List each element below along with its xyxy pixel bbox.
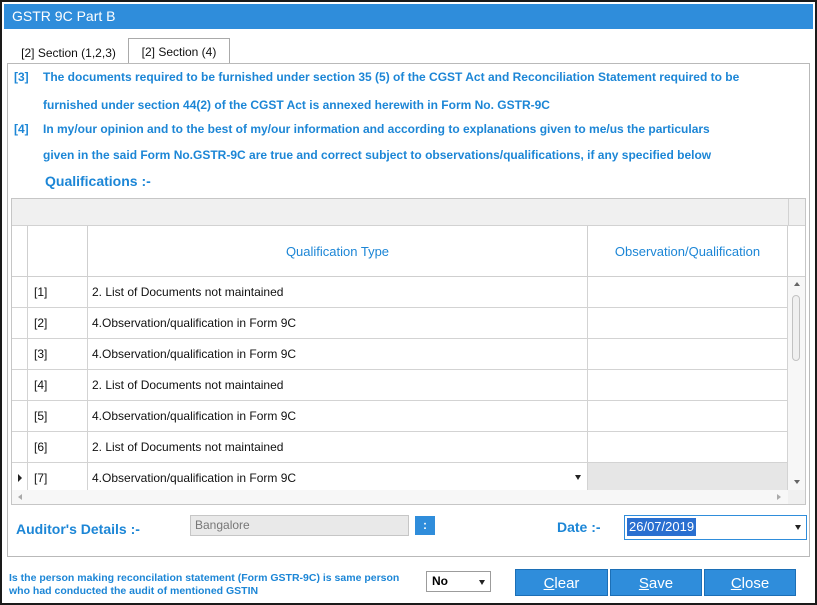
- date-value: 26/07/2019: [627, 518, 697, 536]
- auditor-place-field: Bangalore: [190, 515, 409, 536]
- row-number: [3]: [28, 339, 88, 369]
- statement-3-line2: furnished under section 44(2) of the CGS…: [43, 98, 550, 112]
- clear-mnemonic: C: [543, 575, 555, 592]
- row-indicator-header: [12, 226, 28, 277]
- statement-4-line2: given in the said Form No.GSTR-9C are tr…: [43, 148, 712, 162]
- table-row[interactable]: [6] 2. List of Documents not maintained: [12, 432, 788, 463]
- scroll-right-icon[interactable]: [777, 494, 781, 500]
- qualifications-grid: Qualification Type Observation/Qualifica…: [11, 198, 806, 505]
- qualification-type-cell[interactable]: 2. List of Documents not maintained: [88, 277, 588, 307]
- window-title: GSTR 9C Part B: [4, 4, 813, 29]
- observation-cell[interactable]: [588, 401, 788, 431]
- scroll-left-icon[interactable]: [18, 494, 22, 500]
- auditor-lookup-button[interactable]: :: [415, 516, 435, 535]
- observation-cell[interactable]: [588, 463, 788, 490]
- row-number: [6]: [28, 432, 88, 462]
- horizontal-scrollbar[interactable]: [12, 490, 788, 504]
- observation-cell[interactable]: [588, 277, 788, 307]
- qualification-type-cell[interactable]: 4.Observation/qualification in Form 9C: [88, 463, 588, 490]
- scrollbar-corner: [788, 490, 805, 504]
- row-number: [4]: [28, 370, 88, 400]
- date-label: Date :-: [557, 519, 601, 535]
- scroll-up-icon[interactable]: [794, 282, 800, 286]
- date-picker[interactable]: 26/07/2019: [624, 515, 807, 540]
- same-person-question-line1: Is the person making reconcilation state…: [9, 572, 400, 584]
- close-button[interactable]: Close: [704, 569, 796, 596]
- observation-cell[interactable]: [588, 432, 788, 462]
- row-indicator[interactable]: [12, 401, 28, 431]
- table-row[interactable]: [5] 4.Observation/qualification in Form …: [12, 401, 788, 432]
- section-4-panel: [3] The documents required to be furnish…: [7, 63, 810, 557]
- clear-button[interactable]: Clear: [515, 569, 608, 596]
- row-number: [1]: [28, 277, 88, 307]
- qualification-type-cell[interactable]: 4.Observation/qualification in Form 9C: [88, 401, 588, 431]
- save-button[interactable]: Save: [610, 569, 702, 596]
- same-person-value: No: [432, 574, 448, 588]
- row-indicator[interactable]: [12, 339, 28, 369]
- grid-top-corner: [788, 199, 805, 226]
- vertical-scrollbar[interactable]: [788, 277, 805, 490]
- qualifications-title: Qualifications :-: [45, 173, 151, 189]
- observation-cell[interactable]: [588, 370, 788, 400]
- row-indicator[interactable]: [12, 277, 28, 307]
- observation-cell[interactable]: [588, 308, 788, 338]
- chevron-down-icon[interactable]: [479, 580, 485, 585]
- observation-cell[interactable]: [588, 339, 788, 369]
- table-row[interactable]: [1] 2. List of Documents not maintained: [12, 277, 788, 308]
- row-indicator[interactable]: [12, 432, 28, 462]
- grid-group-header: [12, 199, 788, 226]
- same-person-select[interactable]: No: [426, 571, 491, 592]
- calendar-dropdown-icon[interactable]: [795, 525, 801, 530]
- qualification-type-value: 4.Observation/qualification in Form 9C: [92, 471, 297, 485]
- clear-label: lear: [554, 575, 580, 592]
- qualification-type-cell[interactable]: 4.Observation/qualification in Form 9C: [88, 339, 588, 369]
- table-row[interactable]: [3] 4.Observation/qualification in Form …: [12, 339, 788, 370]
- tab-section-4[interactable]: [2] Section (4): [128, 38, 230, 64]
- current-row-indicator[interactable]: [12, 463, 28, 490]
- row-number: [2]: [28, 308, 88, 338]
- observation-header[interactable]: Observation/Qualification: [588, 226, 788, 277]
- scrollbar-thumb[interactable]: [792, 295, 800, 361]
- qualification-type-cell[interactable]: 4.Observation/qualification in Form 9C: [88, 308, 588, 338]
- statement-4-number: [4]: [14, 122, 29, 136]
- row-indicator[interactable]: [12, 370, 28, 400]
- dropdown-arrow-icon[interactable]: [575, 475, 581, 480]
- statement-4-line1: In my/our opinion and to the best of my/…: [43, 122, 710, 136]
- qualification-type-header[interactable]: Qualification Type: [88, 226, 588, 277]
- table-row[interactable]: [4] 2. List of Documents not maintained: [12, 370, 788, 401]
- scroll-down-icon[interactable]: [794, 480, 800, 484]
- row-number-header: [28, 226, 88, 277]
- gstr9c-window: GSTR 9C Part B [2] Section (1,2,3) [2] S…: [0, 0, 817, 605]
- row-number: [5]: [28, 401, 88, 431]
- same-person-question-line2: who had conducted the audit of mentioned…: [9, 585, 259, 597]
- save-mnemonic: S: [638, 575, 649, 592]
- tab-section-1-2-3[interactable]: [2] Section (1,2,3): [9, 41, 128, 64]
- row-indicator[interactable]: [12, 308, 28, 338]
- save-label: ave: [648, 575, 674, 592]
- table-row-selected[interactable]: [7] 4.Observation/qualification in Form …: [12, 463, 788, 490]
- table-row[interactable]: [2] 4.Observation/qualification in Form …: [12, 308, 788, 339]
- statement-3-line1: The documents required to be furnished u…: [43, 70, 740, 84]
- qualification-type-cell[interactable]: 2. List of Documents not maintained: [88, 432, 588, 462]
- row-number: [7]: [28, 463, 88, 490]
- header-scroll-spacer: [788, 226, 805, 277]
- qualification-type-cell[interactable]: 2. List of Documents not maintained: [88, 370, 588, 400]
- close-label: lose: [741, 575, 770, 592]
- auditor-details-label: Auditor's Details :-: [16, 521, 140, 537]
- close-mnemonic: C: [730, 575, 742, 592]
- statement-3-number: [3]: [14, 70, 29, 84]
